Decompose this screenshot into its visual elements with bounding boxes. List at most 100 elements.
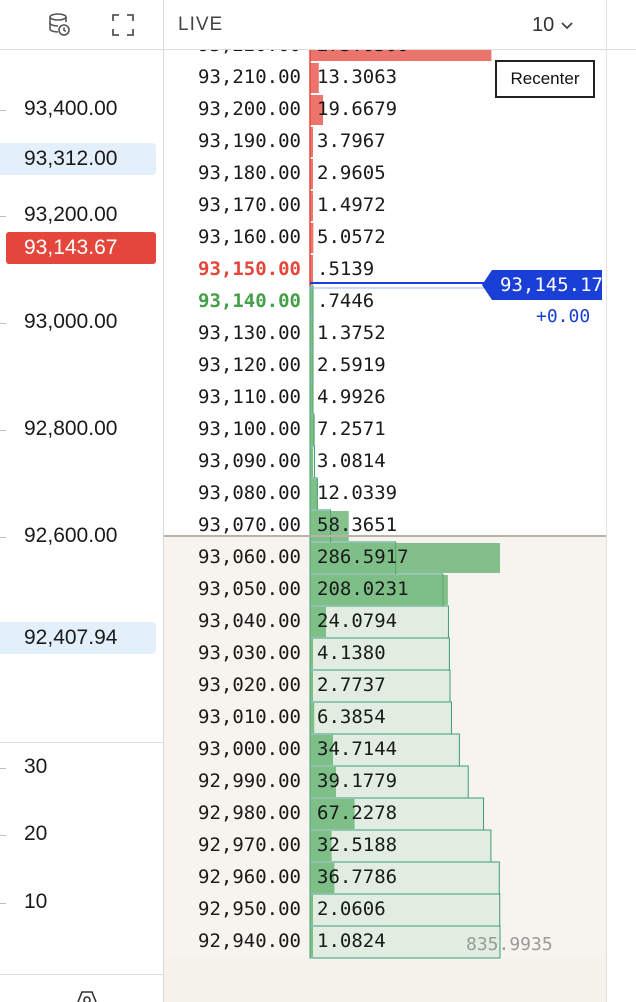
row-price: 93,130.00: [198, 322, 301, 344]
bid-row[interactable]: 93,070.00 58.3651: [164, 510, 606, 542]
row-price: 93,200.00: [198, 98, 301, 120]
row-size: 286.5917: [317, 546, 409, 568]
bid-row[interactable]: 93,120.00 2.5919: [164, 350, 606, 382]
ask-row[interactable]: 93,180.00 2.9605: [164, 158, 606, 190]
price-axis-label: 92,600.00: [24, 524, 118, 547]
divider: [0, 742, 164, 743]
low-price-badge: 92,407.94: [0, 622, 156, 654]
axis-tick: [0, 537, 6, 538]
row-size: 5.0572: [317, 226, 386, 248]
axis-tick: [0, 903, 6, 904]
axis-tick: [0, 768, 6, 769]
row-size: 2.9605: [317, 162, 386, 184]
row-size: 4.1380: [317, 642, 386, 664]
row-size: 2.7737: [317, 674, 386, 696]
row-price: 93,070.00: [198, 514, 301, 536]
bid-row[interactable]: 93,050.00 208.0231: [164, 574, 606, 606]
row-size: .7446: [317, 290, 375, 312]
row-price: 93,210.00: [198, 66, 301, 88]
row-price: 93,160.00: [198, 226, 301, 248]
row-size: 2.0606: [317, 898, 386, 920]
row-price: 93,150.00: [198, 258, 301, 280]
bid-row[interactable]: 93,080.00 12.0339: [164, 478, 606, 510]
bid-row[interactable]: 93,090.00 3.0814: [164, 446, 606, 478]
chevron-down-icon: [560, 14, 574, 37]
bid-row[interactable]: 92,960.00 36.7786: [164, 862, 606, 894]
row-size: 6.3854: [317, 706, 386, 728]
row-price: 93,060.00: [198, 546, 301, 568]
row-size: 58.3651: [317, 514, 398, 536]
row-size: 4.9926: [317, 386, 386, 408]
bid-row[interactable]: 93,110.00 4.9926: [164, 382, 606, 414]
total-size-label: 835.9935: [466, 934, 553, 955]
bid-row[interactable]: 92,980.00 67.2278: [164, 798, 606, 830]
bid-row[interactable]: 93,020.00 2.7737: [164, 670, 606, 702]
axis-tick: [0, 835, 6, 836]
axis-tick: [0, 323, 6, 324]
row-size: 39.1779: [317, 770, 398, 792]
volume-axis-label: 20: [24, 822, 48, 845]
bid-row[interactable]: 92,950.00 2.0606: [164, 894, 606, 926]
row-size: 32.5188: [317, 834, 398, 856]
bid-row[interactable]: 93,030.00 4.1380: [164, 638, 606, 670]
row-price: 93,190.00: [198, 130, 301, 152]
divider: [0, 974, 164, 975]
volume-axis-label: 10: [24, 890, 48, 913]
row-price: 93,120.00: [198, 354, 301, 376]
price-axis-label: 92,800.00: [24, 417, 118, 440]
row-size: 12.0339: [317, 482, 398, 504]
row-size: 34.7144: [317, 738, 398, 760]
row-size: 208.0231: [317, 578, 409, 600]
row-price: 92,970.00: [198, 834, 301, 856]
row-price: 93,090.00: [198, 450, 301, 472]
expand-icon[interactable]: [110, 12, 136, 38]
bid-row[interactable]: 93,010.00 6.3854: [164, 702, 606, 734]
bid-row[interactable]: 93,000.00 34.7144: [164, 734, 606, 766]
row-size: 19.6679: [317, 98, 398, 120]
last-price-change: +0.00: [536, 306, 591, 327]
last-price-badge: 93,145.17: [492, 270, 603, 300]
row-size: 1.3752: [317, 322, 386, 344]
row-size: 2.5919: [317, 354, 386, 376]
axis-toolbar: [0, 0, 164, 50]
depth-value: 10: [532, 13, 555, 36]
row-size: 3.7967: [317, 130, 386, 152]
order-book: 93,220.00273.636693,210.0013.306393,200.…: [164, 0, 606, 1002]
book-midline: [164, 535, 606, 537]
bid-row[interactable]: 92,970.00 32.5188: [164, 830, 606, 862]
bid-row[interactable]: 92,990.00 39.1779: [164, 766, 606, 798]
row-size: 24.0794: [317, 610, 398, 632]
row-size: 1.0824: [317, 930, 386, 952]
row-size: 7.2571: [317, 418, 386, 440]
row-price: 93,030.00: [198, 642, 301, 664]
ask-row[interactable]: 93,190.00 3.7967: [164, 126, 606, 158]
depth-select[interactable]: 10: [532, 10, 574, 40]
row-price: 93,140.00: [198, 290, 301, 312]
database-history-icon[interactable]: [46, 12, 72, 38]
bid-row[interactable]: 93,060.00 286.5917: [164, 542, 606, 574]
book-header: LIVE 10: [164, 0, 606, 50]
row-price: 92,980.00: [198, 802, 301, 824]
ask-row[interactable]: 93,200.00 19.6679: [164, 94, 606, 126]
recenter-button[interactable]: Recenter: [495, 60, 595, 98]
volume-axis-label: 30: [24, 755, 48, 778]
row-price: 93,050.00: [198, 578, 301, 600]
row-price: 92,950.00: [198, 898, 301, 920]
row-price: 93,040.00: [198, 610, 301, 632]
price-axis-label: 93,200.00: [24, 203, 118, 226]
row-price: 93,170.00: [198, 194, 301, 216]
bid-row[interactable]: 93,100.00 7.2571: [164, 414, 606, 446]
high-price-badge: 93,312.00: [0, 143, 156, 175]
price-axis[interactable]: 93,400.00 93,312.00 93,200.00 93,143.67 …: [0, 50, 164, 742]
row-price: 92,940.00: [198, 930, 301, 952]
row-price: 93,110.00: [198, 386, 301, 408]
gutter-header: [607, 0, 636, 50]
row-price: 92,990.00: [198, 770, 301, 792]
row-size: .5139: [317, 258, 375, 280]
ask-row[interactable]: 93,170.00 1.4972: [164, 190, 606, 222]
ask-row[interactable]: 93,160.00 5.0572: [164, 222, 606, 254]
right-gutter: [606, 0, 636, 1002]
bid-row[interactable]: 93,040.00 24.0794: [164, 606, 606, 638]
row-price: 93,020.00: [198, 674, 301, 696]
settings-icon[interactable]: [70, 986, 104, 1002]
